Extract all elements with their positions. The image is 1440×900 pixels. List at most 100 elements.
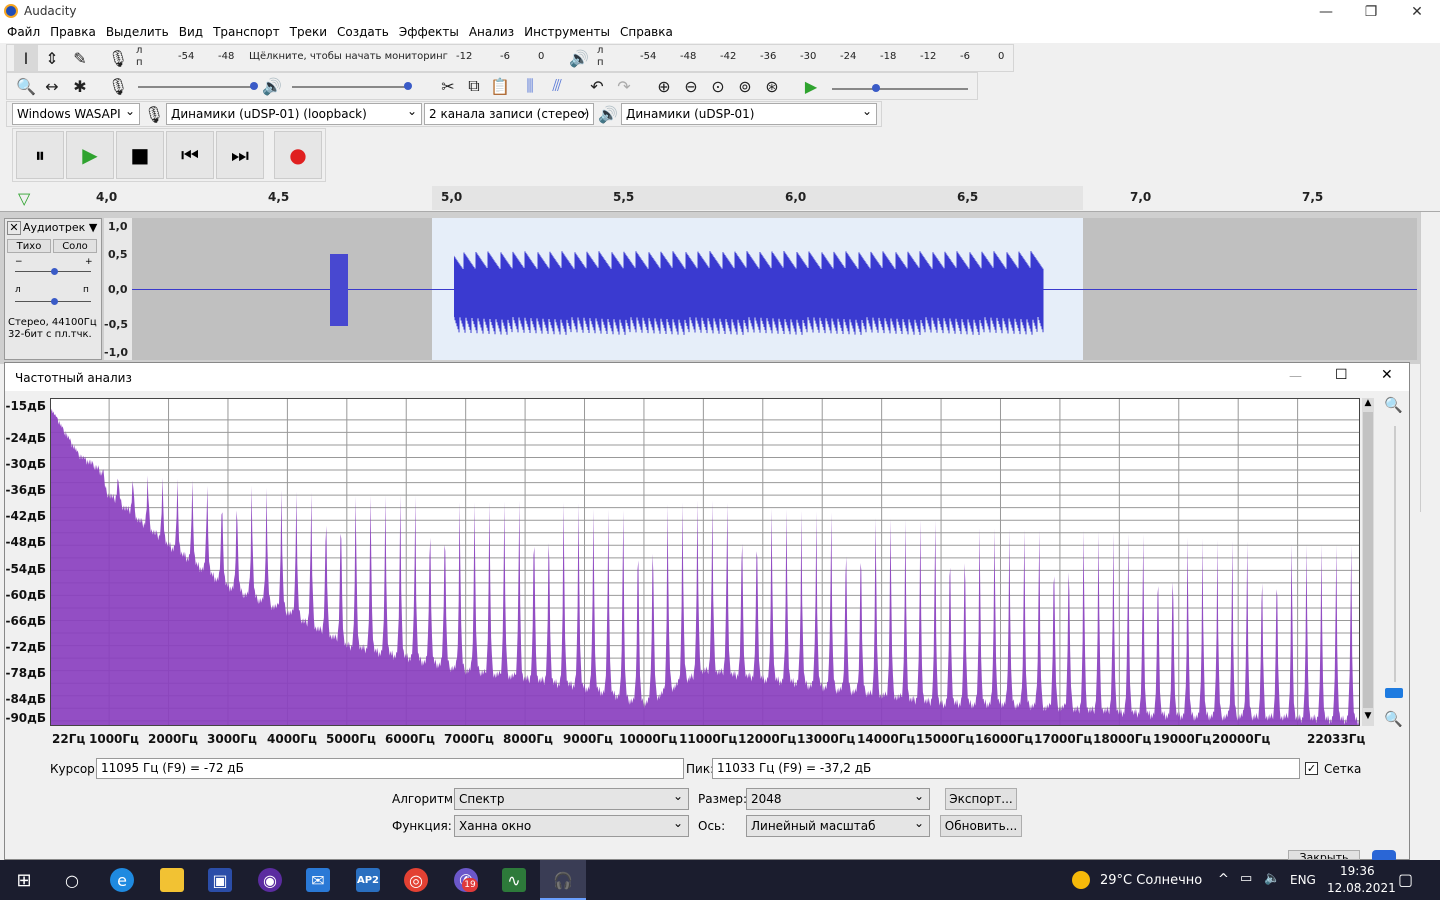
audacity-taskbar-icon[interactable]: 🎧 bbox=[551, 868, 575, 892]
play-button[interactable]: ▶ bbox=[66, 131, 114, 179]
zoom-slider-track[interactable] bbox=[1394, 426, 1396, 682]
zoom-out-icon[interactable]: 🔍 bbox=[1384, 710, 1403, 728]
output-volume-slider[interactable] bbox=[292, 82, 412, 90]
scroll-down-icon[interactable]: ▼ bbox=[1362, 711, 1374, 725]
file-explorer-icon[interactable] bbox=[160, 868, 184, 892]
paste-icon[interactable]: 📋 bbox=[488, 73, 512, 99]
menu-tools[interactable]: Инструменты bbox=[523, 23, 616, 43]
axis-select[interactable]: Линейный масштаб bbox=[746, 815, 930, 837]
tray-chevron-icon[interactable]: ^ bbox=[1218, 872, 1229, 887]
mail-icon[interactable]: ✉ bbox=[306, 868, 330, 892]
recording-device-select[interactable]: Динамики (uDSP-01) (loopback) bbox=[166, 103, 422, 125]
clock-time[interactable]: 19:36 bbox=[1340, 864, 1375, 878]
draw-tool-icon[interactable]: ✎ bbox=[68, 45, 92, 71]
algorithm-select[interactable]: Спектр bbox=[454, 788, 689, 810]
play-speed-slider[interactable] bbox=[832, 84, 968, 92]
menu-edit[interactable]: Правка bbox=[49, 23, 102, 43]
chrome-icon[interactable]: ◎ bbox=[404, 868, 428, 892]
media-player-icon[interactable]: ◉ bbox=[258, 868, 282, 892]
undo-icon[interactable]: ↶ bbox=[585, 73, 609, 99]
language-indicator[interactable]: ENG bbox=[1290, 873, 1316, 887]
silence-icon[interactable]: ⫻ bbox=[545, 73, 569, 99]
recording-channels-select[interactable]: 2 канала записи (стерео) bbox=[424, 103, 594, 125]
analyzer-app-icon[interactable]: ∿ bbox=[502, 868, 526, 892]
menu-effects[interactable]: Эффекты bbox=[398, 23, 465, 43]
minimize-icon[interactable]: — bbox=[1303, 0, 1349, 23]
waveform-view[interactable] bbox=[132, 218, 1417, 360]
multi-tool-icon[interactable]: ✱ bbox=[68, 73, 92, 99]
stop-button[interactable]: ■ bbox=[116, 131, 164, 179]
menu-file[interactable]: Файл bbox=[6, 23, 46, 43]
track-name-menu[interactable]: Аудиотрек ▼ bbox=[23, 221, 99, 235]
size-select[interactable]: 2048 bbox=[746, 788, 930, 810]
track-close-icon[interactable]: ✕ bbox=[7, 221, 21, 235]
spectrum-scrollbar[interactable]: ▲ ▼ bbox=[1362, 398, 1374, 726]
dialog-maximize-icon[interactable]: ☐ bbox=[1335, 367, 1348, 383]
close-button[interactable]: Закрыть bbox=[1288, 850, 1360, 860]
menu-select[interactable]: Выделить bbox=[105, 23, 175, 43]
envelope-tool-icon[interactable]: ⇕ bbox=[40, 45, 64, 71]
playback-device-select[interactable]: Динамики (uDSP-01) bbox=[621, 103, 877, 125]
play-meter[interactable]: -54 -48 -42 -36 -30 -24 -18 -12 -6 0 bbox=[608, 51, 1008, 65]
play-meter-speaker-icon[interactable]: 🔊 bbox=[567, 45, 591, 71]
clock-date[interactable]: 12.08.2021 bbox=[1327, 881, 1396, 895]
pan-slider[interactable] bbox=[15, 298, 91, 305]
help-icon[interactable] bbox=[1372, 850, 1396, 860]
zoom-tool-icon[interactable]: 🔍 bbox=[14, 73, 38, 99]
menu-analyze[interactable]: Анализ bbox=[468, 23, 520, 43]
weather-text[interactable]: 29°C Солнечно bbox=[1100, 873, 1202, 888]
gain-slider[interactable] bbox=[15, 268, 91, 275]
ap2-icon[interactable]: AP2 bbox=[356, 868, 380, 892]
solo-button[interactable]: Соло bbox=[53, 239, 97, 253]
save-disk-icon[interactable]: ▣ bbox=[208, 868, 232, 892]
menu-generate[interactable]: Создать bbox=[336, 23, 395, 43]
timeshift-tool-icon[interactable]: ↔ bbox=[40, 73, 64, 99]
timeline-ruler[interactable]: ▽ 4,0 4,5 5,0 5,5 6,0 6,5 7,0 7,5 bbox=[0, 184, 1440, 212]
scroll-thumb[interactable] bbox=[1363, 412, 1373, 708]
menu-view[interactable]: Вид bbox=[178, 23, 209, 43]
audio-host-select[interactable]: Windows WASAPI bbox=[12, 103, 140, 125]
record-meter-hint[interactable]: Щёлкните, чтобы начать мониторинг bbox=[249, 51, 448, 62]
vertical-scrollbar[interactable] bbox=[1420, 212, 1440, 512]
redo-icon[interactable]: ↷ bbox=[612, 73, 636, 99]
grid-checkbox[interactable]: ✓ bbox=[1305, 762, 1318, 775]
zoom-slider-thumb[interactable] bbox=[1385, 688, 1403, 698]
edge-icon[interactable]: e bbox=[110, 868, 134, 892]
close-icon[interactable]: ✕ bbox=[1394, 0, 1440, 23]
cut-icon[interactable]: ✂ bbox=[436, 73, 460, 99]
play-at-speed-icon[interactable]: ▶ bbox=[799, 73, 823, 99]
fit-selection-icon[interactable]: ⊙ bbox=[706, 73, 730, 99]
dialog-close-icon[interactable]: ✕ bbox=[1381, 367, 1393, 383]
pause-button[interactable]: ⏸ bbox=[16, 131, 64, 179]
copy-icon[interactable]: ⧉ bbox=[462, 73, 486, 99]
trim-icon[interactable]: ⫼ bbox=[518, 73, 542, 99]
menu-transport[interactable]: Транспорт bbox=[212, 23, 286, 43]
zoom-in-icon[interactable]: ⊕ bbox=[652, 73, 676, 99]
export-button[interactable]: Экспорт... bbox=[945, 788, 1017, 810]
record-meter-mic-icon[interactable]: 🎙 bbox=[106, 45, 130, 71]
timeline-options-icon[interactable]: ▽ bbox=[18, 189, 30, 208]
volume-icon[interactable]: 🔈 bbox=[1264, 871, 1280, 886]
zoom-toggle-icon[interactable]: ⊛ bbox=[760, 73, 784, 99]
spectrum-plot[interactable] bbox=[50, 398, 1360, 726]
zoom-in-icon[interactable]: 🔍 bbox=[1384, 396, 1403, 414]
skip-end-button[interactable]: ⏭ bbox=[216, 131, 264, 179]
function-select[interactable]: Ханна окно bbox=[454, 815, 689, 837]
windows-start-icon[interactable]: ⊞ bbox=[12, 868, 36, 892]
update-button[interactable]: Обновить... bbox=[940, 815, 1022, 837]
zoom-out-icon[interactable]: ⊖ bbox=[679, 73, 703, 99]
selection-tool-icon[interactable]: I bbox=[14, 45, 38, 71]
dialog-minimize-icon[interactable]: — bbox=[1289, 369, 1302, 384]
search-icon[interactable]: ○ bbox=[60, 868, 84, 892]
record-button[interactable]: ● bbox=[274, 131, 322, 179]
maximize-icon[interactable]: ❐ bbox=[1348, 0, 1394, 23]
notifications-icon[interactable]: ▢ bbox=[1398, 870, 1413, 889]
fit-project-icon[interactable]: ⊚ bbox=[733, 73, 757, 99]
menu-tracks[interactable]: Треки bbox=[289, 23, 333, 43]
skip-start-button[interactable]: ⏮ bbox=[166, 131, 214, 179]
input-volume-slider[interactable] bbox=[138, 82, 258, 90]
network-icon[interactable]: ▭ bbox=[1240, 871, 1252, 886]
mute-button[interactable]: Тихо bbox=[7, 239, 51, 253]
scroll-up-icon[interactable]: ▲ bbox=[1362, 398, 1374, 412]
menu-help[interactable]: Справка bbox=[619, 23, 679, 43]
